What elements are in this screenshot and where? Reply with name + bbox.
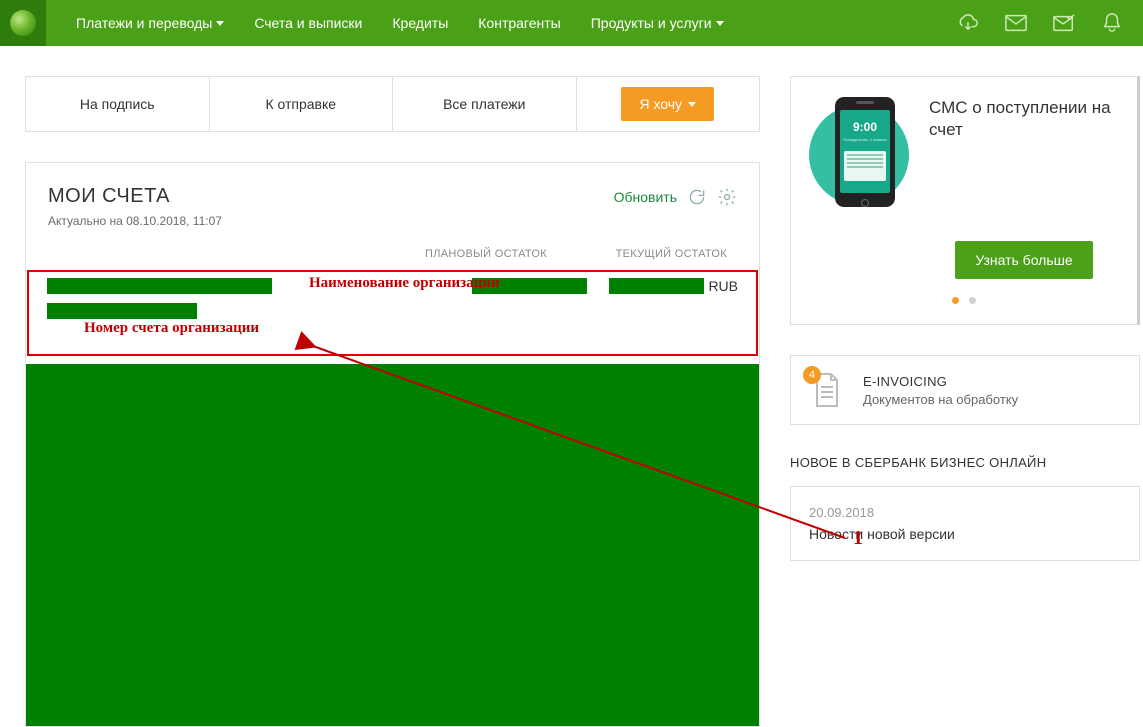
account-row-wrap: RUB Наименование организации Номер счета… (26, 270, 759, 356)
card-header-left: МОИ СЧЕТА Актуально на 08.10.2018, 11:07 (48, 185, 614, 228)
nav-item-label: Контрагенты (478, 15, 560, 31)
button-label: Узнать больше (975, 252, 1072, 268)
page-container: На подпись К отправке Все платежи Я хочу… (0, 46, 1143, 727)
nav-item-credits[interactable]: Кредиты (392, 15, 448, 31)
col-header-planned: ПЛАНОВЫЙ ОСТАТОК (377, 248, 557, 260)
phone-time: 9:00 (853, 120, 877, 134)
current-balance-cell: RUB (587, 278, 738, 294)
col-header-current: ТЕКУЩИЙ ОСТАТОК (557, 248, 737, 260)
nav-item-payments[interactable]: Платежи и переводы (76, 15, 224, 31)
nav-item-accounts[interactable]: Счета и выписки (254, 15, 362, 31)
nav-icons (957, 13, 1123, 33)
tab-to-sign[interactable]: На подпись (26, 77, 210, 131)
annotation-number: 1 (853, 526, 863, 551)
pagination-dot[interactable] (969, 297, 976, 304)
news-card[interactable]: 20.09.2018 Новости новой версии (790, 486, 1140, 561)
tab-to-send[interactable]: К отправке (210, 77, 394, 131)
accounts-card: МОИ СЧЕТА Актуально на 08.10.2018, 11:07… (25, 162, 760, 727)
tabs-block: На подпись К отправке Все платежи Я хочу (25, 76, 760, 132)
einvoicing-subtitle: Документов на обработку (863, 392, 1018, 407)
tab-label: К отправке (265, 96, 336, 112)
side-column: 9:00 Понедельник, 2 апреля СМС о поступл… (790, 76, 1140, 561)
bell-icon[interactable] (1101, 13, 1123, 33)
card-header-actions: Обновить (614, 185, 737, 207)
nav-item-label: Кредиты (392, 15, 448, 31)
top-nav: Платежи и переводы Счета и выписки Креди… (0, 0, 1143, 46)
einvoicing-title: E-INVOICING (863, 374, 1018, 389)
currency-label: RUB (708, 278, 738, 294)
news-section: НОВОЕ В СБЕРБАНК БИЗНЕС ОНЛАЙН 20.09.201… (790, 455, 1140, 561)
promo-learn-more-button[interactable]: Узнать больше (955, 241, 1092, 279)
annotation-highlight-box: RUB Наименование организации Номер счета… (27, 270, 758, 356)
logo[interactable] (0, 0, 46, 46)
button-label: Я хочу (639, 96, 682, 112)
mail-icon[interactable] (1005, 13, 1027, 33)
promo-illustration: 9:00 Понедельник, 2 апреля (807, 93, 917, 223)
annotation-account-number: Номер счета организации (84, 319, 259, 338)
logo-icon (10, 10, 36, 36)
tab-label: На подпись (80, 96, 155, 112)
redacted-org-name (47, 278, 272, 294)
redacted-account-number (47, 303, 197, 319)
tab-action-cell: Я хочу (577, 77, 760, 131)
card-subtitle: Актуально на 08.10.2018, 11:07 (48, 214, 614, 228)
nav-item-counterparties[interactable]: Контрагенты (478, 15, 560, 31)
column-headers: ПЛАНОВЫЙ ОСТАТОК ТЕКУЩИЙ ОСТАТОК (26, 236, 759, 270)
chevron-down-icon (216, 21, 224, 26)
promo-pagination (807, 297, 1121, 304)
redacted-content-block (26, 364, 759, 726)
einvoicing-card[interactable]: 4 E-INVOICING Документов на обработку (790, 355, 1140, 425)
refresh-link[interactable]: Обновить (614, 189, 677, 205)
news-date: 20.09.2018 (809, 505, 1121, 520)
refresh-icon[interactable] (687, 187, 707, 207)
pagination-dot[interactable] (952, 297, 959, 304)
phone-icon: 9:00 Понедельник, 2 апреля (835, 97, 895, 207)
card-title: МОИ СЧЕТА (48, 185, 614, 208)
tab-label: Все платежи (443, 96, 525, 112)
main-column: На подпись К отправке Все платежи Я хочу… (25, 76, 760, 727)
nav-item-products[interactable]: Продукты и услуги (591, 15, 724, 31)
einvoicing-text: E-INVOICING Документов на обработку (863, 374, 1018, 407)
annotation-org-name: Наименование организации (309, 274, 500, 293)
document-icon-wrap: 4 (807, 370, 847, 410)
cloud-download-icon[interactable] (957, 13, 979, 33)
chevron-down-icon (716, 21, 724, 26)
chevron-down-icon (688, 102, 696, 107)
tab-all-payments[interactable]: Все платежи (393, 77, 577, 131)
news-section-title: НОВОЕ В СБЕРБАНК БИЗНЕС ОНЛАЙН (790, 455, 1140, 470)
i-want-button[interactable]: Я хочу (621, 87, 714, 121)
nav-item-label: Продукты и услуги (591, 15, 712, 31)
promo-title: СМС о поступлении на счет (929, 93, 1121, 141)
redacted-current-balance (609, 278, 704, 294)
notification-badge: 4 (803, 366, 821, 384)
gear-icon[interactable] (717, 187, 737, 207)
promo-card: 9:00 Понедельник, 2 апреля СМС о поступл… (790, 76, 1140, 325)
nav-item-label: Счета и выписки (254, 15, 362, 31)
mail-check-icon[interactable] (1053, 13, 1075, 33)
card-header: МОИ СЧЕТА Актуально на 08.10.2018, 11:07… (26, 163, 759, 236)
nav-item-label: Платежи и переводы (76, 15, 212, 31)
nav-items: Платежи и переводы Счета и выписки Креди… (76, 15, 957, 31)
